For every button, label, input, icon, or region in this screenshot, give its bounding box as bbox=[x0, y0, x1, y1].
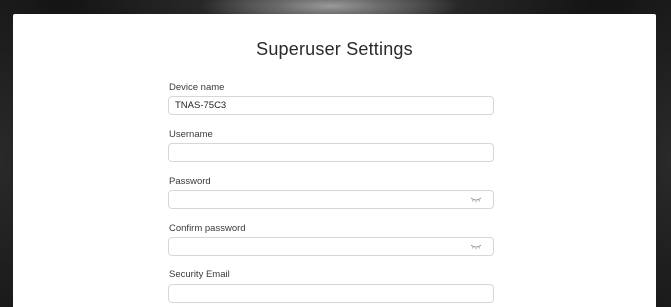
confirm-password-input[interactable] bbox=[168, 237, 494, 256]
security-email-input[interactable] bbox=[168, 284, 494, 303]
password-input[interactable] bbox=[168, 190, 494, 209]
device-name-input[interactable] bbox=[168, 96, 494, 115]
eye-closed-icon[interactable] bbox=[470, 197, 482, 203]
security-email-label: Security Email bbox=[169, 269, 230, 280]
page-title: Superuser Settings bbox=[256, 39, 413, 59]
username-input[interactable] bbox=[168, 143, 494, 162]
username-label: Username bbox=[169, 129, 213, 140]
confirm-password-label: Confirm password bbox=[169, 223, 246, 234]
device-name-label: Device name bbox=[169, 82, 225, 93]
superuser-settings-card: Superuser Settings Device name Username … bbox=[13, 14, 656, 307]
eye-closed-icon[interactable] bbox=[470, 244, 482, 250]
password-label: Password bbox=[169, 176, 211, 187]
